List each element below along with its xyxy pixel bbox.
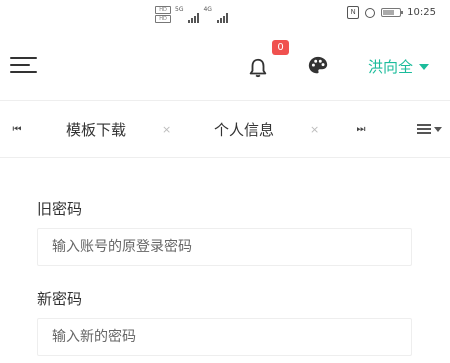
status-time: 10:25 <box>407 7 436 18</box>
sim2-hd-label: HD <box>155 15 171 23</box>
new-password-input[interactable] <box>37 318 412 356</box>
status-right: N 10:25 <box>347 6 436 19</box>
tab-template-download-close-icon[interactable]: × <box>162 101 171 157</box>
nfc-icon: N <box>347 6 360 19</box>
tab-template-download[interactable]: 模板下载 <box>66 101 126 157</box>
battery-icon <box>381 8 404 17</box>
password-form: 旧密码 新密码 <box>0 158 450 363</box>
user-menu[interactable]: 洪向全 <box>368 56 430 77</box>
sim1-hd-label: HD <box>155 6 171 14</box>
signal-icon-2 <box>216 13 228 23</box>
tabs-bar: ⏮ 模板下载 × 个人信息 × ⏭ <box>0 100 450 158</box>
net2-label: 4G <box>203 6 212 13</box>
status-bar: HD HD 5G 4G N 10:25 <box>0 0 450 30</box>
theme-button[interactable] <box>307 55 329 81</box>
tab-prev-button[interactable]: ⏮ <box>6 101 26 157</box>
tab-personal-info[interactable]: 个人信息 <box>214 101 274 157</box>
tab-next-button[interactable]: ⏭ <box>350 101 370 157</box>
tab-more-button[interactable] <box>417 101 442 157</box>
old-password-input[interactable] <box>37 228 412 266</box>
user-name: 洪向全 <box>368 58 414 76</box>
chevron-down-icon <box>434 126 442 132</box>
chevron-down-icon <box>419 63 430 70</box>
net1-label: 5G <box>175 6 184 13</box>
notification-badge: 0 <box>272 40 289 55</box>
alarm-icon <box>365 7 376 18</box>
list-icon <box>417 124 431 134</box>
bell-icon <box>249 58 267 78</box>
tab-personal-info-close-icon[interactable]: × <box>310 101 319 157</box>
hd-indicator: HD HD <box>155 6 171 23</box>
signal-icon-1 <box>188 13 200 23</box>
palette-icon <box>308 56 328 74</box>
old-password-label: 旧密码 <box>37 200 83 218</box>
signal-group: HD HD 5G 4G <box>155 6 228 23</box>
new-password-label: 新密码 <box>37 290 83 308</box>
top-toolbar: 0 洪向全 <box>0 30 450 100</box>
notification-button[interactable] <box>247 55 271 79</box>
menu-icon[interactable] <box>10 57 37 73</box>
